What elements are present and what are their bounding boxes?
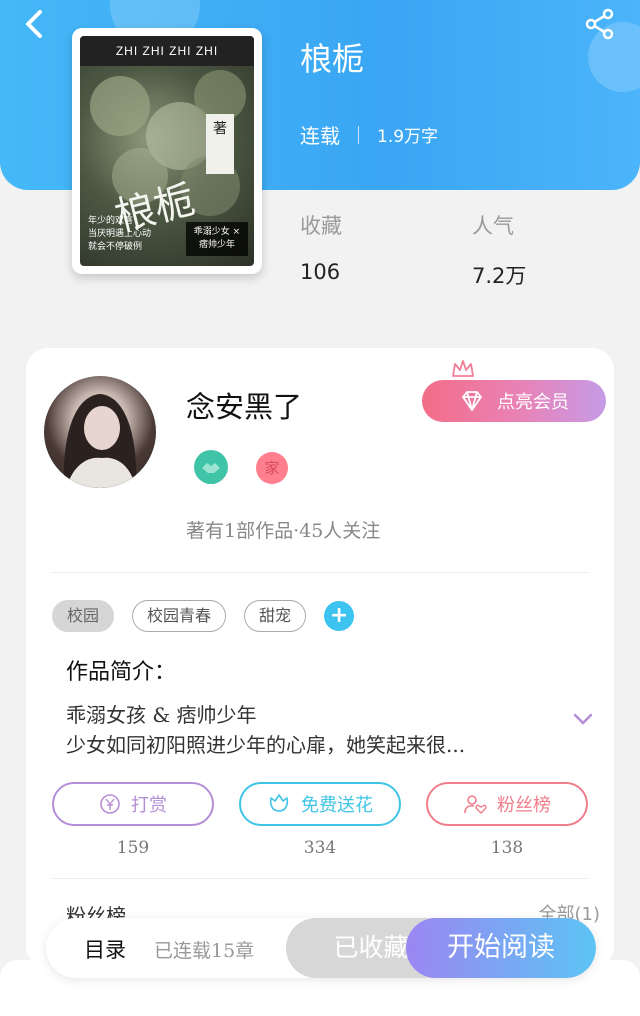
stat-collect-label: 收藏 (300, 214, 342, 238)
fans-count: 138 (490, 838, 524, 858)
book-title: 桹栀 (300, 40, 365, 78)
cover-top-text: ZHI ZHI ZHI ZHI (80, 36, 254, 66)
chapter-count[interactable]: 已连载15章 (154, 936, 254, 963)
user-heart-icon (464, 795, 487, 814)
add-tag-button[interactable]: + (324, 601, 355, 631)
chevron-down-icon[interactable] (572, 712, 594, 726)
cover-tagline: 乖溺少女 × 痞帅少年 (186, 222, 248, 256)
author-home-badge: 家 (256, 452, 288, 484)
tip-button[interactable]: 打赏 (52, 782, 214, 826)
serial-status: 连载 (300, 124, 340, 148)
stat-popularity-value: 7.2万 (472, 264, 527, 288)
detail-card: 念安黑了 点亮会员 家 著有1部作品·45人关注 校园 校园青春 甜宠 + 作品… (26, 348, 614, 968)
author-info: 著有1部作品·45人关注 (186, 520, 381, 542)
tip-button-label: 打赏 (131, 795, 167, 816)
flower-icon (269, 794, 289, 812)
send-flower-label: 免费送花 (301, 795, 373, 816)
toc-button[interactable]: 目录 (84, 934, 126, 964)
divider (52, 878, 588, 879)
send-flower-button[interactable]: 免费送花 (239, 782, 401, 826)
intro-line: 乖溺女孩 & 痞帅少年 (66, 703, 257, 727)
avatar[interactable] (44, 376, 156, 488)
author-name[interactable]: 念安黑了 (186, 384, 302, 426)
tag-item[interactable]: 甜宠 (244, 600, 307, 632)
stat-collect-value: 106 (300, 260, 341, 284)
handshake-icon (202, 463, 220, 484)
tag-item[interactable]: 校园 (52, 600, 115, 632)
tag-item[interactable]: 校园青春 (132, 600, 227, 632)
diamond-icon (462, 391, 482, 411)
fans-rank-button[interactable]: 粉丝榜 (426, 782, 588, 826)
intro-text[interactable]: 乖溺女孩 & 痞帅少年 少女如同初阳照进少年的心扉，她笑起来很... (66, 700, 556, 760)
book-status: 连载 1.9万字 (300, 120, 438, 149)
word-count: 1.9万字 (377, 127, 439, 147)
stat-popularity-label: 人气 (472, 214, 514, 238)
divider (52, 572, 588, 573)
cover-blurb: 年少的欢喜 当厌明遇上心动 就会不停破例 (88, 216, 152, 252)
start-reading-button[interactable]: 开始阅读 (406, 918, 596, 978)
avatar-illustration (63, 394, 137, 488)
yen-icon (100, 794, 120, 814)
cover-image: ZHI ZHI ZHI ZHI 著 桹栀 年少的欢喜 当厌明遇上心动 就会不停破… (80, 36, 254, 266)
intro-line: 少女如同初阳照进少年的心扉，她笑起来很... (66, 733, 466, 757)
chevron-left-icon (26, 10, 42, 38)
stat-collect: 收藏 106 (300, 210, 420, 284)
crown-icon (452, 360, 474, 377)
share-icon (585, 8, 614, 40)
book-cover[interactable]: ZHI ZHI ZHI ZHI 著 桹栀 年少的欢喜 当厌明遇上心动 就会不停破… (72, 28, 262, 274)
flower-count: 334 (303, 838, 337, 858)
tag-list: 校园 校园青春 甜宠 + (52, 600, 355, 632)
intro-title: 作品简介： (66, 660, 177, 685)
status-divider (358, 125, 359, 144)
stat-popularity: 人气 7.2万 (472, 210, 592, 290)
fans-rank-label: 粉丝榜 (497, 795, 551, 816)
cover-author-badge: 著 (206, 114, 234, 174)
back-button[interactable] (20, 6, 56, 42)
bottom-action-bar: 目录 已连载15章 已收藏 开始阅读 (46, 918, 596, 978)
member-button-label: 点亮会员 (497, 392, 569, 413)
member-button[interactable]: 点亮会员 (422, 380, 606, 422)
tip-count: 159 (116, 838, 150, 858)
share-button[interactable] (584, 8, 616, 40)
handshake-badge-icon (194, 450, 228, 484)
